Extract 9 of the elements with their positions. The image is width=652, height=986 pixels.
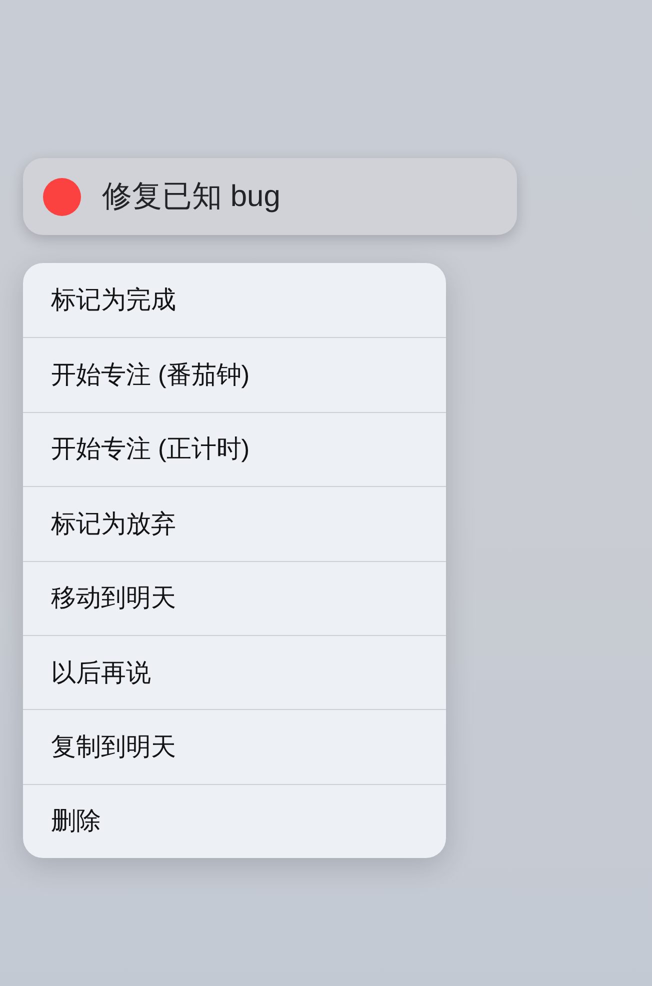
menu-item[interactable]: 以后再说 [23,634,446,710]
menu-item[interactable]: 标记为放弃 [23,486,446,561]
menu-item[interactable]: 复制到明天 [23,709,446,784]
menu-item[interactable]: 移动到明天 [23,560,446,635]
task-title: 修复已知 bug [102,178,280,214]
menu-item[interactable]: 删除 [23,784,446,858]
menu-item[interactable]: 开始专注 (番茄钟) [23,337,446,412]
menu-item[interactable]: 标记为完成 [23,263,446,338]
menu-item[interactable]: 开始专注 (正计时) [23,412,446,486]
